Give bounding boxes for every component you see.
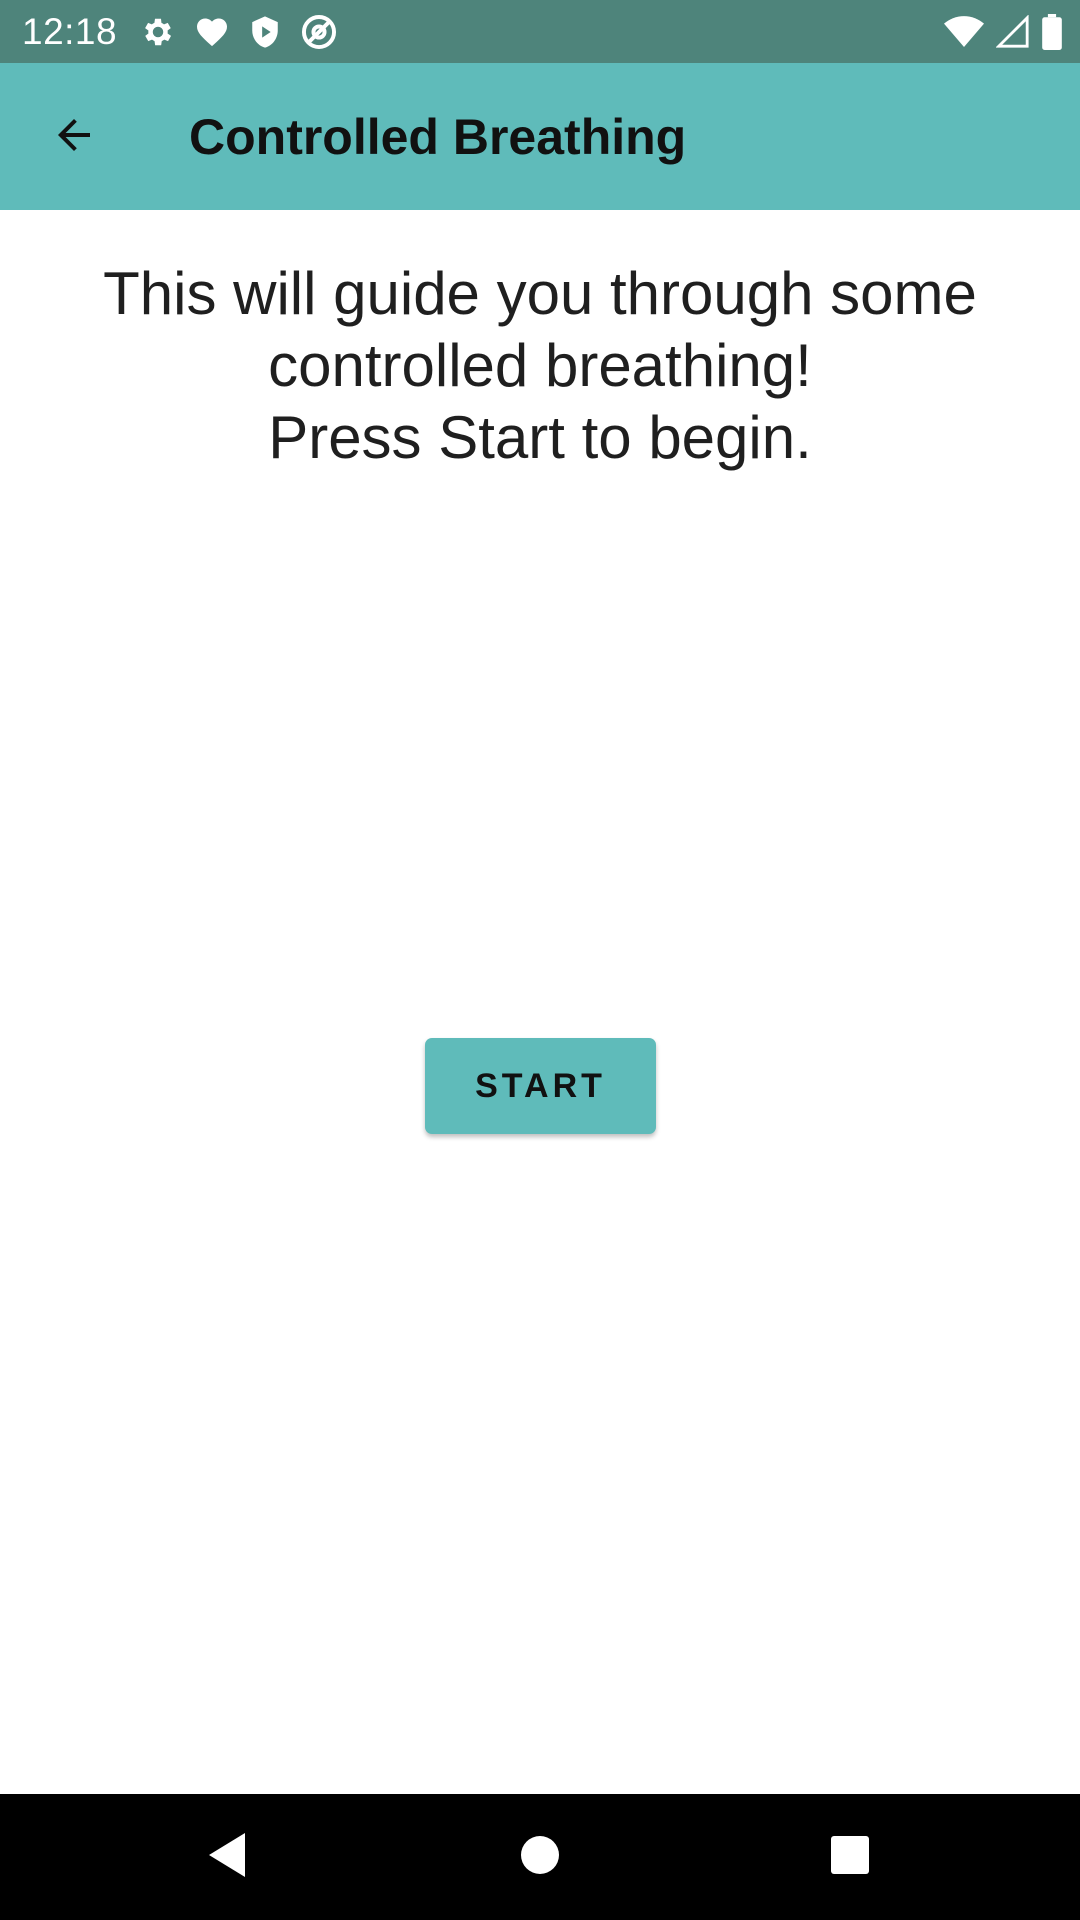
status-time: 12:18 (22, 11, 118, 52)
back-triangle-icon (205, 1831, 249, 1884)
nav-back-button[interactable] (192, 1822, 262, 1892)
back-button[interactable] (32, 95, 116, 179)
settings-icon (140, 14, 176, 50)
app-bar: Controlled Breathing (0, 63, 1080, 210)
page-title: Controlled Breathing (189, 109, 687, 165)
nav-home-button[interactable] (505, 1822, 575, 1892)
navigation-bar (0, 1794, 1080, 1920)
arrow-back-icon (50, 111, 98, 164)
screen: 12:18 Controlled Breathing This will gui… (0, 0, 1080, 1920)
cell-signal-icon (996, 15, 1030, 49)
recents-square-icon (830, 1835, 870, 1880)
status-bar: 12:18 (0, 0, 1080, 63)
shield-play-icon (248, 14, 282, 50)
nav-recents-button[interactable] (815, 1822, 885, 1892)
status-left-icons (140, 12, 338, 52)
heart-icon (194, 14, 230, 50)
home-circle-icon (520, 1835, 560, 1880)
battery-icon (1042, 14, 1062, 50)
at-sign-icon (300, 13, 338, 51)
wifi-icon (944, 15, 984, 49)
intro-text: This will guide you through some control… (103, 260, 977, 471)
start-button[interactable]: START (425, 1038, 656, 1134)
status-right-icons (944, 12, 1062, 52)
